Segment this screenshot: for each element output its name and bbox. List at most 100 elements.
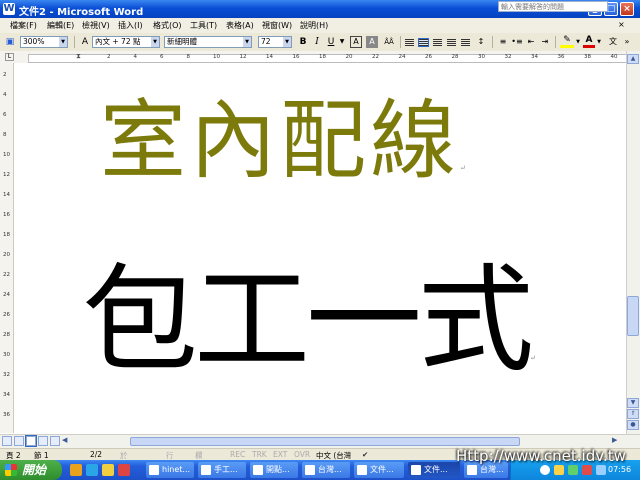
- help-question-input[interactable]: 輸入需要解答的問題: [498, 1, 608, 12]
- status-ovr[interactable]: OVR: [294, 450, 310, 459]
- window-icon: [201, 465, 211, 475]
- status-rec[interactable]: REC: [230, 450, 245, 459]
- menu-insert[interactable]: 插入(I): [118, 20, 143, 31]
- quick-launch-icon[interactable]: [86, 464, 98, 476]
- menu-window[interactable]: 視窗(W): [262, 20, 292, 31]
- font-size-select[interactable]: 72 ▼: [258, 36, 292, 48]
- highlight-icon[interactable]: ✎: [560, 36, 574, 48]
- spelling-check-icon[interactable]: ✔: [362, 450, 368, 459]
- previous-page-icon[interactable]: ⇑: [627, 409, 639, 419]
- body-line[interactable]: 包工一式↵: [82, 256, 536, 423]
- increase-indent-icon[interactable]: ⇥: [539, 36, 551, 48]
- quick-launch-icon[interactable]: [70, 464, 82, 476]
- menu-help[interactable]: 說明(H): [300, 20, 328, 31]
- save-icon[interactable]: ▣: [4, 36, 16, 48]
- close-button[interactable]: ×: [620, 2, 634, 16]
- align-left-icon[interactable]: [405, 39, 414, 46]
- ruler-number: 2: [107, 54, 111, 60]
- chevron-down-icon: ▼: [283, 37, 291, 47]
- indent-marker-icon[interactable]: ⧗: [76, 52, 81, 61]
- reading-view-icon[interactable]: [50, 436, 60, 446]
- web-view-icon[interactable]: [14, 436, 24, 446]
- character-shading-icon[interactable]: A: [366, 36, 378, 48]
- scroll-left-icon[interactable]: ◀: [62, 436, 67, 444]
- bold-button[interactable]: B: [297, 36, 309, 48]
- menu-format[interactable]: 格式(O): [153, 20, 182, 31]
- taskbar-button-handwork[interactable]: 手工...: [198, 462, 246, 478]
- font-color-icon[interactable]: A: [583, 36, 595, 48]
- font-select[interactable]: 新細明體 ▼: [164, 36, 252, 48]
- vertical-scrollbar[interactable]: [626, 51, 640, 434]
- vertical-ruler-number: 30: [3, 352, 10, 358]
- ruler-number: 34: [531, 54, 538, 60]
- taskbar-button-taiwan-1[interactable]: 台灣...: [302, 462, 350, 478]
- normal-view-icon[interactable]: [2, 436, 12, 446]
- taskbar-button-label: 台灣...: [480, 465, 504, 474]
- styles-pane-icon[interactable]: A: [79, 36, 91, 48]
- taskbar-button-document-1[interactable]: 文件...: [354, 462, 404, 478]
- print-layout-icon[interactable]: [25, 435, 37, 447]
- heading-line[interactable]: 室內配線↵: [100, 91, 470, 218]
- word-icon: [357, 465, 367, 475]
- text-scale-icon[interactable]: ÅÅ: [382, 36, 396, 48]
- menu-view[interactable]: 檢視(V): [82, 20, 110, 31]
- menu-table[interactable]: 表格(A): [226, 20, 254, 31]
- taskbar-button-hinet[interactable]: hinet...: [146, 462, 194, 478]
- line-spacing-icon[interactable]: ↕: [474, 36, 488, 48]
- numbering-icon[interactable]: ≡: [497, 36, 509, 48]
- quick-launch-icon[interactable]: [118, 464, 130, 476]
- window-title: 文件2 - Microsoft Word: [19, 7, 144, 18]
- distributed-icon[interactable]: [461, 39, 470, 46]
- tray-icon[interactable]: [568, 465, 578, 475]
- scroll-up-icon[interactable]: ▲: [627, 54, 639, 64]
- toolbar-divider: [492, 36, 493, 48]
- taskbar-button-open[interactable]: 開點...: [250, 462, 298, 478]
- quick-launch-icon[interactable]: [102, 464, 114, 476]
- scroll-right-icon[interactable]: ▶: [612, 436, 617, 444]
- tray-icon[interactable]: [582, 465, 592, 475]
- horizontal-scroll-thumb[interactable]: [130, 437, 520, 446]
- italic-button[interactable]: I: [311, 36, 323, 48]
- ruler-number: 18: [319, 54, 326, 60]
- phonetic-guide-icon[interactable]: 文: [606, 36, 620, 48]
- vertical-ruler-number: 18: [3, 232, 10, 238]
- chevron-down-icon[interactable]: ▼: [338, 36, 346, 48]
- vertical-ruler-number: 22: [3, 272, 10, 278]
- browse-object-icon[interactable]: ●: [627, 420, 639, 430]
- taskbar-button-label: 手工...: [214, 465, 238, 474]
- character-border-icon[interactable]: A: [350, 36, 362, 48]
- decrease-indent-icon[interactable]: ⇤: [525, 36, 537, 48]
- tab-selector-icon[interactable]: L: [5, 53, 14, 61]
- underline-button[interactable]: U: [325, 36, 337, 48]
- ruler-number: 6: [160, 54, 164, 60]
- menu-tools[interactable]: 工具(T): [190, 20, 217, 31]
- scroll-down-icon[interactable]: ▼: [627, 398, 639, 408]
- watermark-url: Http://www.cnet.idv.tw: [456, 447, 626, 465]
- tray-icon[interactable]: [554, 465, 564, 475]
- doc-close-icon[interactable]: ×: [618, 20, 625, 29]
- font-size-value: 72: [261, 37, 271, 46]
- tray-icon[interactable]: [596, 465, 606, 475]
- word-app-icon[interactable]: W: [3, 3, 15, 15]
- bullets-icon[interactable]: •≡: [511, 36, 523, 48]
- word-icon: [411, 465, 421, 475]
- zoom-select[interactable]: 300% ▼: [20, 36, 68, 48]
- ruler-number: 4: [133, 54, 138, 60]
- justify-icon[interactable]: [447, 39, 456, 46]
- style-select[interactable]: 內文 + 72 點 ▼: [92, 36, 160, 48]
- menu-file[interactable]: 檔案(F): [10, 20, 37, 31]
- status-ext[interactable]: EXT: [273, 450, 287, 459]
- status-trk[interactable]: TRK: [252, 450, 267, 459]
- vertical-ruler-number: 32: [3, 372, 10, 378]
- menu-edit[interactable]: 編輯(E): [47, 20, 74, 31]
- chevron-down-icon[interactable]: ▼: [575, 36, 581, 48]
- align-right-icon[interactable]: [433, 39, 442, 46]
- taskbar-button-document-2[interactable]: 文件...: [408, 462, 460, 478]
- tray-icon[interactable]: [540, 465, 550, 475]
- outline-view-icon[interactable]: [38, 436, 48, 446]
- clock[interactable]: 07:56: [608, 465, 631, 474]
- toolbar-options-icon[interactable]: »: [622, 36, 632, 48]
- chevron-down-icon[interactable]: ▼: [596, 36, 602, 48]
- vertical-scroll-thumb[interactable]: [627, 296, 639, 336]
- align-center-icon[interactable]: [418, 38, 429, 47]
